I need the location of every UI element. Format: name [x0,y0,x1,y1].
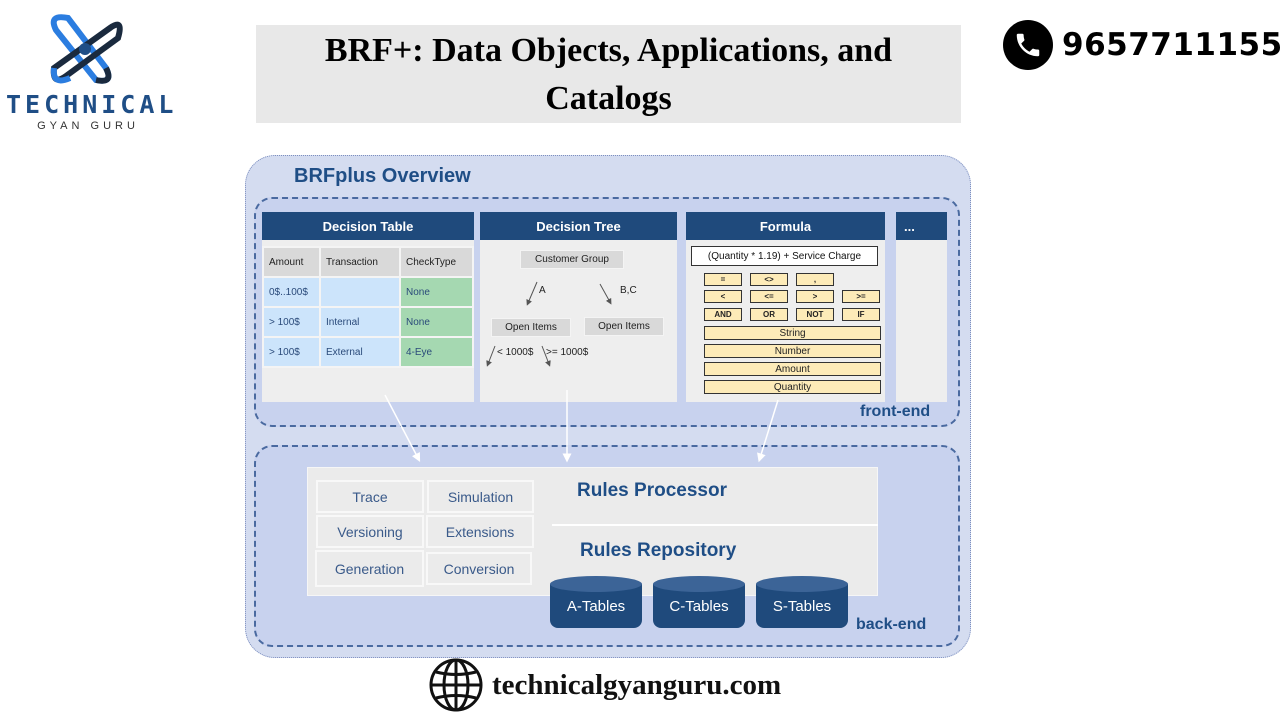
table-cell: Internal [319,306,401,338]
service-simulation: Simulation [427,480,534,513]
service-versioning: Versioning [316,515,424,548]
backend-label: back-end [856,616,927,633]
logo-wordmark: TECHNICAL [6,90,178,119]
decision-table-panel: Decision Table Amount Transaction CheckT… [262,212,474,402]
page-title: BRF+: Data Objects, Applications, and Ca… [256,25,961,123]
table-row: > 100$ Internal None [262,306,474,338]
service-extensions: Extensions [426,515,534,548]
table-cell: > 100$ [262,306,321,338]
tree-arrows [486,281,612,367]
type-key-number: Number [704,344,881,358]
operator-key: NOT [796,308,834,321]
title-line-2: Catalogs [545,80,672,117]
atom-orbit-logo-icon [50,14,123,84]
arrow-lt [486,345,496,367]
table-cell: 0$..100$ [262,276,321,308]
website-footer[interactable]: technicalgyanguru.com [428,657,781,713]
table-row: > 100$ External 4-Eye [262,336,474,368]
s-tables-cylinder: S-Tables [756,576,848,634]
column-header: Amount [262,246,321,278]
title-line-1: BRF+: Data Objects, Applications, and [324,32,893,69]
phone-contact[interactable]: 9657711155 [1003,20,1280,70]
formula-expression: (Quantity * 1.19) + Service Charge [691,246,878,266]
brand-logo: TECHNICAL GYAN GURU [0,0,178,140]
table-cell: None [399,306,474,338]
c-tables-label: C-Tables [669,598,729,615]
operator-key: OR [750,308,788,321]
phone-number: 9657711155 [1062,27,1280,63]
decision-table-title: Decision Table [262,212,474,240]
operator-key: < [704,290,742,303]
table-row: 0$..100$ None [262,276,474,308]
website-url[interactable]: technicalgyanguru.com [492,669,781,702]
operator-key: <= [750,290,788,303]
service-generation: Generation [315,550,424,587]
rules-processor-label: Rules Processor [577,480,727,501]
operator-key: IF [842,308,880,321]
decision-table: Amount Transaction CheckType 0$..100$ No… [262,246,474,368]
table-cell: > 100$ [262,336,321,368]
more-panel-title: ... [896,212,947,240]
arrow-gte [541,345,551,367]
globe-icon [429,658,483,712]
a-tables-cylinder: A-Tables [550,576,642,634]
logo-subtitle: GYAN GURU [37,120,139,132]
rules-repository-label: Rules Repository [580,540,737,561]
operator-key: >= [842,290,880,303]
type-key-amount: Amount [704,362,881,376]
type-key-string: String [704,326,881,340]
a-tables-label: A-Tables [566,598,626,615]
operator-key: = [704,273,742,286]
operator-key: > [796,290,834,303]
more-panel: ... [896,212,947,402]
table-cell [319,276,401,308]
table-cell: None [399,276,474,308]
phone-icon [1003,20,1053,70]
rules-divider [552,524,878,526]
table-cell: External [319,336,401,368]
type-key-quantity: Quantity [704,380,881,394]
service-trace: Trace [316,480,424,513]
table-cell: 4-Eye [399,336,474,368]
column-header: CheckType [399,246,474,278]
c-tables-cylinder: C-Tables [653,576,745,634]
operator-key: , [796,273,834,286]
column-header: Transaction [319,246,401,278]
frontend-label: front-end [860,403,931,420]
s-tables-label: S-Tables [772,598,832,615]
arrow-bc [599,283,612,305]
decision-tree-panel: Decision Tree Customer Group A B,C Open … [480,212,677,402]
diagram-title: BRFplus Overview [294,165,471,187]
operator-key: AND [704,308,742,321]
arrow-a [526,281,538,306]
service-conversion: Conversion [426,552,532,585]
operator-key: <> [750,273,788,286]
formula-title: Formula [686,212,885,240]
